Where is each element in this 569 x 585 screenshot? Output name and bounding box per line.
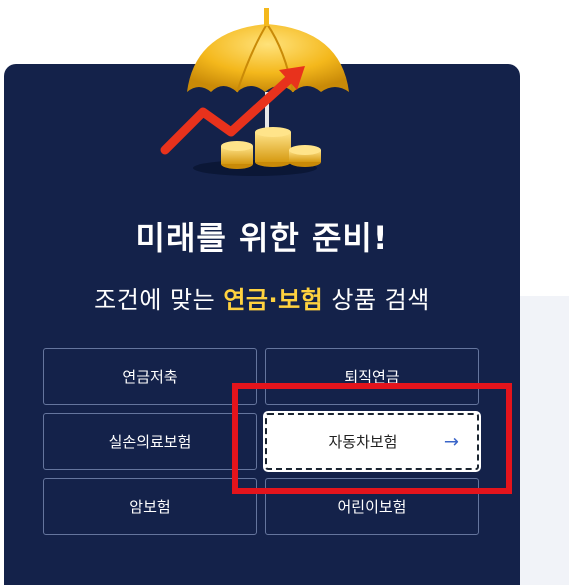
button-label: 연금저축	[122, 368, 178, 386]
umbrella-coins-growth-icon	[160, 8, 349, 176]
button-label: 실손의료보험	[108, 433, 192, 451]
subtitle-suffix: 상품 검색	[323, 286, 430, 314]
button-label: 암보험	[129, 498, 171, 516]
cancer-insurance-button[interactable]: 암보험	[43, 478, 257, 535]
subtitle-prefix: 조건에 맞는	[94, 286, 224, 314]
button-label: 어린이보험	[337, 498, 407, 516]
panel-title: 미래를 위한 준비!	[135, 219, 389, 257]
panel-subtitle: 조건에 맞는 연금·보험 상품 검색	[4, 280, 520, 315]
annotation-highlight-box	[232, 383, 512, 494]
medical-insurance-button[interactable]: 실손의료보험	[43, 413, 257, 470]
pension-savings-button[interactable]: 연금저축	[43, 348, 257, 405]
subtitle-highlight: 연금·보험	[223, 286, 324, 314]
